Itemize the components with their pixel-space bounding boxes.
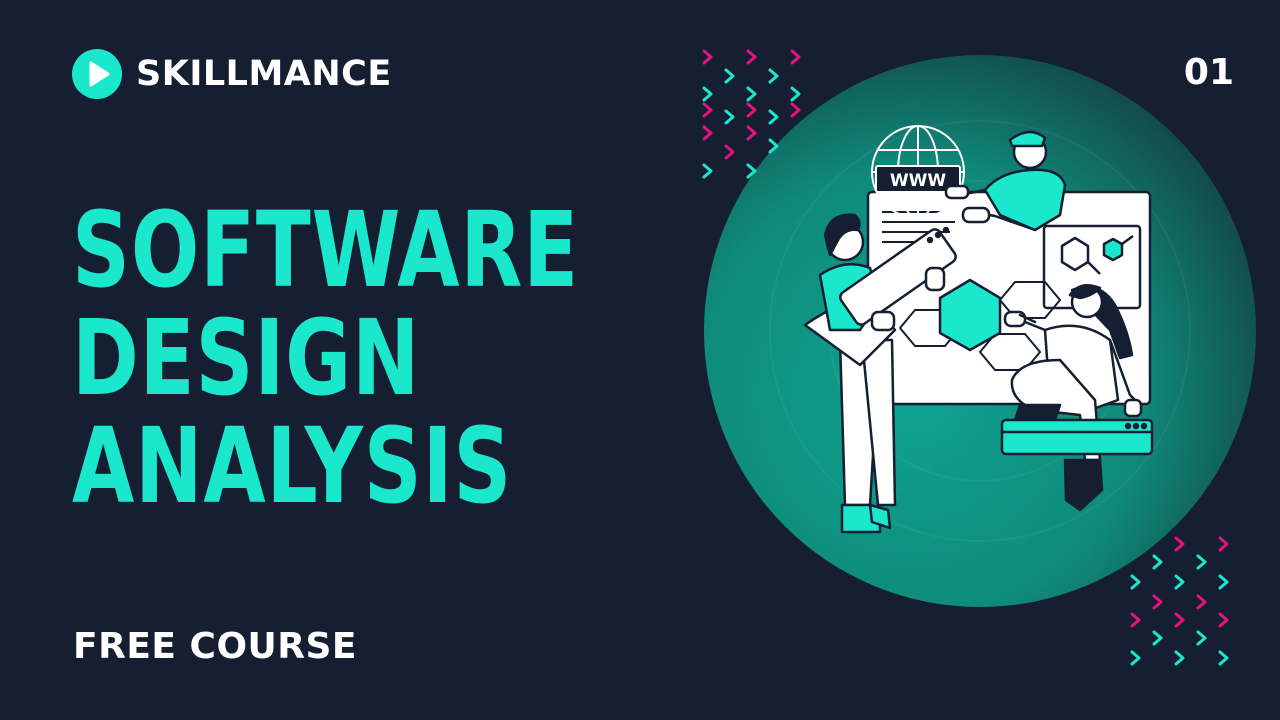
illustration: WWW	[702, 49, 1256, 666]
globe-label: WWW	[890, 171, 947, 191]
chevron-pattern-bottom	[1130, 536, 1229, 666]
stool	[1000, 418, 1154, 456]
